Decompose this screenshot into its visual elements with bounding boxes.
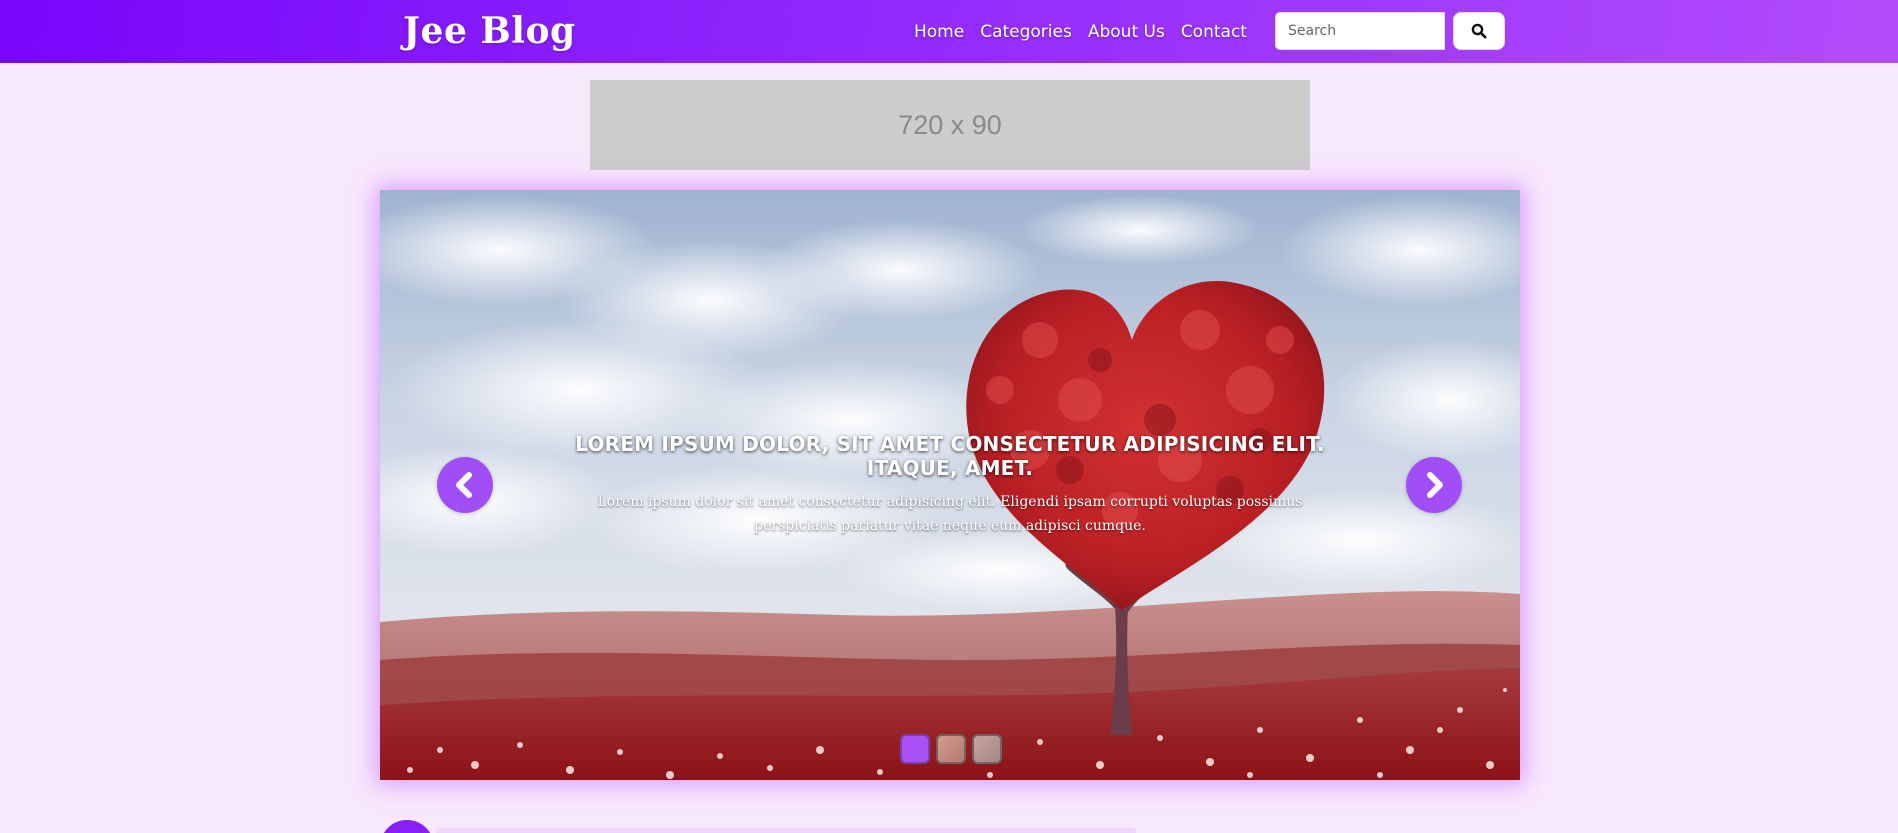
nav-about-us[interactable]: About Us: [1080, 20, 1173, 44]
post-card-top: [436, 828, 1136, 833]
chevron-left-icon: [456, 472, 472, 498]
nav-menu: Home Categories About Us Contact: [906, 20, 1255, 44]
ad-banner[interactable]: 720 x 90: [590, 80, 1310, 170]
navbar: Jee Blog Home Categories About Us Contac…: [0, 0, 1898, 63]
nav-contact[interactable]: Contact: [1173, 20, 1255, 44]
search-icon: [1471, 23, 1487, 39]
nav-home[interactable]: Home: [906, 20, 972, 44]
ad-banner-label: 720 x 90: [898, 109, 1002, 140]
slide-caption: LOREM IPSUM DOLOR, SIT AMET CONSECTETUR …: [550, 432, 1350, 538]
search-button[interactable]: [1453, 12, 1505, 50]
search-input[interactable]: [1275, 12, 1445, 50]
slide-title: LOREM IPSUM DOLOR, SIT AMET CONSECTETUR …: [575, 432, 1325, 480]
carousel-next-button[interactable]: [1406, 457, 1462, 513]
slide-text: Lorem ipsum dolor sit amet consectetur a…: [597, 494, 1303, 534]
brand-logo[interactable]: Jee Blog: [403, 10, 576, 52]
carousel-indicator-2[interactable]: [936, 734, 966, 764]
hero-carousel: LOREM IPSUM DOLOR, SIT AMET CONSECTETUR …: [380, 190, 1520, 780]
carousel-prev-button[interactable]: [437, 457, 493, 513]
carousel-indicator-1[interactable]: [900, 734, 930, 764]
post-avatar: [380, 820, 434, 833]
carousel-indicators: [900, 734, 1002, 764]
carousel-indicator-3[interactable]: [972, 734, 1002, 764]
chevron-right-icon: [1427, 472, 1443, 498]
nav-categories[interactable]: Categories: [972, 20, 1080, 44]
